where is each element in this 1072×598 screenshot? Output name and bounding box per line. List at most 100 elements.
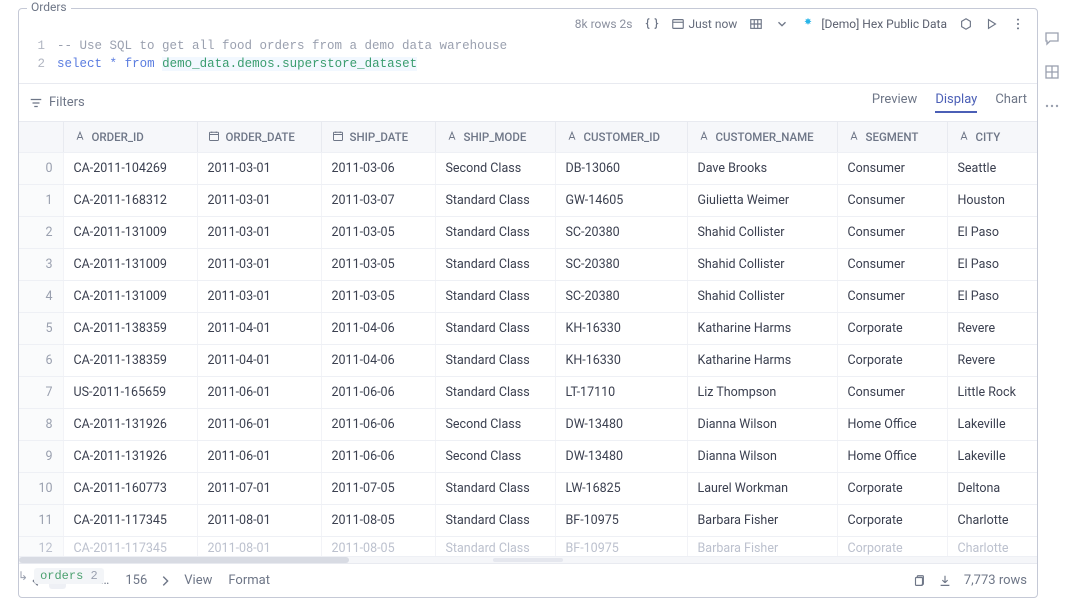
cell[interactable]: CA-2011-131009 bbox=[63, 217, 197, 249]
resize-handle[interactable] bbox=[493, 558, 563, 562]
cell[interactable]: 2011-03-01 bbox=[197, 185, 321, 217]
cell[interactable]: LT-17110 bbox=[555, 377, 687, 409]
cell[interactable]: US-2011-165659 bbox=[63, 377, 197, 409]
chevron-down-icon[interactable] bbox=[775, 17, 789, 31]
table-row[interactable]: 4CA-2011-1310092011-03-012011-03-05Stand… bbox=[19, 281, 1037, 313]
cell[interactable]: Standard Class bbox=[435, 249, 555, 281]
cell[interactable]: LW-16825 bbox=[555, 473, 687, 505]
cell[interactable]: 2011-04-01 bbox=[197, 313, 321, 345]
table-row[interactable]: 12CA-2011-1173452011-08-012011-08-05Stan… bbox=[19, 537, 1037, 557]
cell[interactable]: 2011-03-07 bbox=[321, 185, 435, 217]
cell[interactable]: Consumer bbox=[837, 281, 947, 313]
cell[interactable]: Corporate bbox=[837, 505, 947, 537]
braces-icon[interactable] bbox=[645, 17, 659, 31]
cell[interactable]: Second Class bbox=[435, 409, 555, 441]
cell[interactable]: Revere bbox=[947, 313, 1037, 345]
cell[interactable]: Katharine Harms bbox=[687, 313, 837, 345]
cell[interactable]: 2011-06-06 bbox=[321, 441, 435, 473]
dataframe-icon[interactable] bbox=[749, 17, 763, 31]
cell[interactable]: CA-2011-138359 bbox=[63, 313, 197, 345]
column-header[interactable]: CITY bbox=[947, 122, 1037, 153]
cell[interactable]: Standard Class bbox=[435, 185, 555, 217]
cell[interactable]: DW-13480 bbox=[555, 441, 687, 473]
cell[interactable]: Home Office bbox=[837, 441, 947, 473]
table-row[interactable]: 0CA-2011-1042692011-03-012011-03-06Secon… bbox=[19, 153, 1037, 185]
cell[interactable]: Deltona bbox=[947, 473, 1037, 505]
page-last[interactable]: 156 bbox=[120, 572, 152, 589]
scrollbar-thumb[interactable] bbox=[19, 557, 349, 563]
cell[interactable]: Corporate bbox=[837, 313, 947, 345]
tab-chart[interactable]: Chart bbox=[995, 92, 1027, 113]
cell[interactable]: 2011-06-01 bbox=[197, 377, 321, 409]
cell[interactable]: 2011-03-01 bbox=[197, 281, 321, 313]
horizontal-scrollbar[interactable] bbox=[19, 557, 1037, 563]
cell[interactable]: DB-13060 bbox=[555, 153, 687, 185]
cell[interactable]: Houston bbox=[947, 185, 1037, 217]
cell[interactable]: Laurel Workman bbox=[687, 473, 837, 505]
cell[interactable]: 2011-07-05 bbox=[321, 473, 435, 505]
cell[interactable]: Consumer bbox=[837, 249, 947, 281]
cell[interactable]: Consumer bbox=[837, 217, 947, 249]
cell[interactable]: 2011-08-05 bbox=[321, 537, 435, 557]
last-refresh[interactable]: Just now bbox=[671, 17, 738, 31]
cell[interactable]: 2011-04-01 bbox=[197, 345, 321, 377]
table-row[interactable]: 2CA-2011-1310092011-03-012011-03-05Stand… bbox=[19, 217, 1037, 249]
cell[interactable]: Standard Class bbox=[435, 377, 555, 409]
more-icon[interactable] bbox=[1011, 17, 1025, 31]
cell[interactable]: Corporate bbox=[837, 537, 947, 557]
cell[interactable]: BF-10975 bbox=[555, 505, 687, 537]
cell[interactable]: GW-14605 bbox=[555, 185, 687, 217]
sql-editor[interactable]: 1 -- Use SQL to get all food orders from… bbox=[19, 35, 1037, 83]
cell[interactable]: 2011-07-01 bbox=[197, 473, 321, 505]
cell[interactable]: 2011-04-06 bbox=[321, 345, 435, 377]
cell[interactable]: Consumer bbox=[837, 153, 947, 185]
cell[interactable]: Giulietta Weimer bbox=[687, 185, 837, 217]
tab-display[interactable]: Display bbox=[935, 92, 977, 113]
table-row[interactable]: 10CA-2011-1607732011-07-012011-07-05Stan… bbox=[19, 473, 1037, 505]
cell[interactable]: Standard Class bbox=[435, 473, 555, 505]
cell[interactable]: SC-20380 bbox=[555, 249, 687, 281]
cell[interactable]: 2011-06-06 bbox=[321, 409, 435, 441]
cell[interactable]: 2011-03-06 bbox=[321, 153, 435, 185]
table-row[interactable]: 8CA-2011-1319262011-06-012011-06-06Secon… bbox=[19, 409, 1037, 441]
output-variable[interactable]: ↳ orders 2 bbox=[18, 568, 104, 584]
cell[interactable]: CA-2011-131009 bbox=[63, 249, 197, 281]
cell[interactable]: Consumer bbox=[837, 377, 947, 409]
cell[interactable]: CA-2011-160773 bbox=[63, 473, 197, 505]
run-icon[interactable] bbox=[985, 17, 999, 31]
cell[interactable]: Dave Brooks bbox=[687, 153, 837, 185]
table-row[interactable]: 6CA-2011-1383592011-04-012011-04-06Stand… bbox=[19, 345, 1037, 377]
cell[interactable]: El Paso bbox=[947, 217, 1037, 249]
cell[interactable]: Revere bbox=[947, 345, 1037, 377]
table-row[interactable]: 1CA-2011-1683122011-03-012011-03-07Stand… bbox=[19, 185, 1037, 217]
cell[interactable]: Corporate bbox=[837, 345, 947, 377]
column-header[interactable]: SEGMENT bbox=[837, 122, 947, 153]
cell[interactable]: Second Class bbox=[435, 441, 555, 473]
cell[interactable]: 2011-08-01 bbox=[197, 537, 321, 557]
comment-icon[interactable] bbox=[1044, 30, 1060, 50]
view-button[interactable]: View bbox=[184, 573, 212, 588]
column-header[interactable]: SHIP_MODE bbox=[435, 122, 555, 153]
table-row[interactable]: 9CA-2011-1319262011-06-012011-06-06Secon… bbox=[19, 441, 1037, 473]
cell[interactable]: Liz Thompson bbox=[687, 377, 837, 409]
panel-icon[interactable] bbox=[1044, 64, 1060, 84]
hexagon-icon[interactable] bbox=[959, 17, 973, 31]
cell[interactable]: CA-2011-168312 bbox=[63, 185, 197, 217]
cell[interactable]: 2011-03-05 bbox=[321, 217, 435, 249]
cell[interactable]: SC-20380 bbox=[555, 217, 687, 249]
table-row[interactable]: 7US-2011-1656592011-06-012011-06-06Stand… bbox=[19, 377, 1037, 409]
cell[interactable]: KH-16330 bbox=[555, 313, 687, 345]
cell[interactable]: 2011-06-01 bbox=[197, 409, 321, 441]
cell[interactable]: Lakeville bbox=[947, 441, 1037, 473]
column-header[interactable]: CUSTOMER_ID bbox=[555, 122, 687, 153]
cell[interactable]: KH-16330 bbox=[555, 345, 687, 377]
cell[interactable]: CA-2011-131926 bbox=[63, 441, 197, 473]
column-header[interactable]: SHIP_DATE bbox=[321, 122, 435, 153]
table-row[interactable]: 5CA-2011-1383592011-04-012011-04-06Stand… bbox=[19, 313, 1037, 345]
cell[interactable]: Corporate bbox=[837, 473, 947, 505]
cell[interactable]: 2011-08-05 bbox=[321, 505, 435, 537]
cell[interactable]: 2011-04-06 bbox=[321, 313, 435, 345]
format-button[interactable]: Format bbox=[228, 573, 270, 588]
cell[interactable]: Charlotte bbox=[947, 505, 1037, 537]
cell-title[interactable]: Orders bbox=[27, 0, 71, 14]
